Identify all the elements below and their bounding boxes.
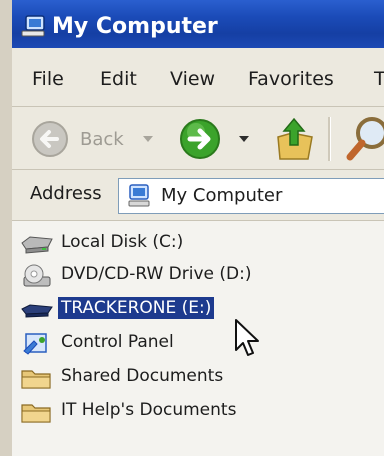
item-label: IT Help's Documents	[61, 400, 237, 420]
address-label: Address	[30, 183, 102, 204]
menu-edit[interactable]: Edit	[100, 68, 137, 90]
mouse-cursor-icon	[235, 319, 259, 356]
my-computer-window: My Computer File Edit View Favorites T B…	[12, 0, 384, 456]
window-title: My Computer	[52, 14, 218, 39]
item-label: Shared Documents	[61, 366, 224, 386]
address-bar: Address My Computer	[12, 170, 384, 221]
menu-bar: File Edit View Favorites T	[12, 48, 384, 107]
menu-favorites[interactable]: Favorites	[248, 68, 334, 90]
folder-icon	[21, 370, 51, 389]
my-computer-icon	[128, 184, 150, 207]
dvd-drive-icon	[23, 264, 51, 287]
back-arrow-icon	[32, 121, 68, 157]
forward-arrow-icon[interactable]	[178, 117, 222, 161]
control-panel-icon	[23, 333, 47, 355]
item-label: Local Disk (C:)	[61, 232, 184, 252]
up-folder-icon[interactable]	[274, 115, 316, 161]
toolbar-separator	[328, 117, 331, 161]
toolbar: Back	[12, 107, 384, 170]
item-label: Control Panel	[61, 332, 174, 352]
title-bar[interactable]: My Computer	[12, 0, 384, 48]
my-computer-icon	[21, 15, 45, 37]
hard-drive-icon	[21, 236, 53, 254]
dropdown-arrow-icon[interactable]	[142, 134, 154, 144]
address-value: My Computer	[161, 185, 283, 206]
search-icon[interactable]	[344, 113, 384, 163]
item-label: DVD/CD-RW Drive (D:)	[61, 264, 252, 284]
menu-file[interactable]: File	[32, 68, 64, 90]
back-label: Back	[80, 129, 124, 150]
dropdown-arrow-icon[interactable]	[238, 134, 250, 144]
back-button[interactable]: Back	[24, 117, 124, 159]
address-field[interactable]: My Computer	[118, 178, 384, 214]
item-label: TRACKERONE (E:)	[58, 297, 215, 319]
drive-list: Local Disk (C:) DVD/CD-RW Drive (D:) TRA…	[12, 221, 384, 456]
folder-icon	[21, 404, 51, 423]
removable-drive-icon	[21, 304, 53, 318]
menu-view[interactable]: View	[170, 68, 215, 90]
menu-tools[interactable]: T	[374, 68, 384, 90]
